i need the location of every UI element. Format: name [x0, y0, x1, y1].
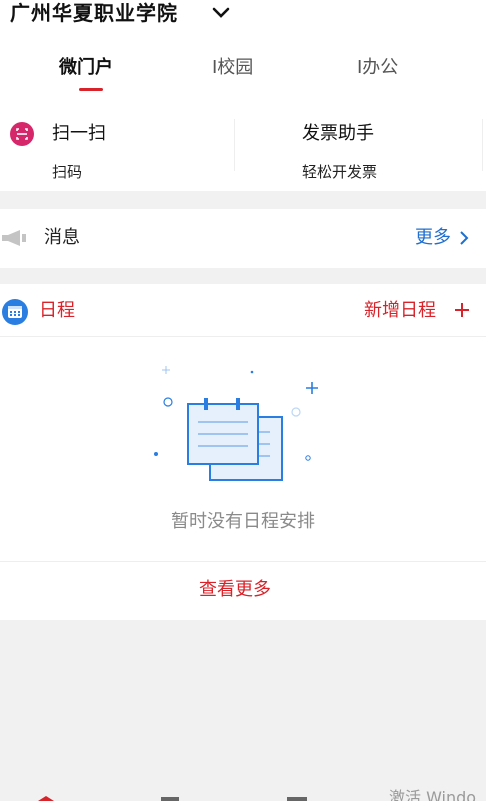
top-panel: 广州华夏职业学院 微门户 I校园 I办公 扫一扫 扫码 发票助手 轻松开发票: [0, 0, 486, 191]
grid-icon: [287, 797, 307, 801]
view-more-button[interactable]: 查看更多: [0, 578, 470, 602]
plus-icon[interactable]: [454, 302, 470, 318]
invoice-helper-title[interactable]: 发票助手: [302, 122, 374, 146]
schedule-divider: [0, 336, 486, 337]
active-tab-indicator: [79, 88, 103, 91]
tab-micro-portal[interactable]: 微门户: [59, 56, 113, 80]
empty-calendar-illustration: [154, 366, 318, 481]
quick-action-divider: [234, 119, 235, 171]
windows-activation-watermark: 激活 Windo: [389, 788, 477, 801]
tab-office[interactable]: I办公: [357, 56, 398, 80]
messages-label: 消息: [44, 227, 80, 248]
schedule-title: 日程: [39, 300, 75, 321]
chevron-down-icon[interactable]: [210, 4, 232, 22]
scan-title[interactable]: 扫一扫: [52, 122, 106, 146]
schedule-card: 日程 新增日程 暂时没有日程安排 查看更多: [0, 284, 486, 620]
document-icon: [161, 797, 179, 801]
messages-row[interactable]: 消息 更多: [0, 209, 486, 268]
messages-more-link[interactable]: 更多: [415, 226, 451, 250]
empty-schedule-text: 暂时没有日程安排: [171, 511, 315, 532]
calendar-icon: [2, 299, 28, 325]
chevron-right-icon[interactable]: [458, 231, 470, 245]
scan-subtitle: 扫码: [52, 163, 83, 181]
school-name[interactable]: 广州华夏职业学院: [10, 0, 178, 26]
schedule-footer-divider: [0, 561, 486, 562]
invoice-helper-subtitle: 轻松开发票: [302, 163, 378, 181]
megaphone-icon: [2, 230, 26, 246]
quick-action-divider-right: [482, 119, 483, 171]
tab-campus[interactable]: I校园: [212, 56, 253, 80]
home-icon: [38, 796, 54, 801]
add-schedule-button[interactable]: 新增日程: [364, 299, 436, 323]
scan-icon[interactable]: [10, 122, 34, 146]
